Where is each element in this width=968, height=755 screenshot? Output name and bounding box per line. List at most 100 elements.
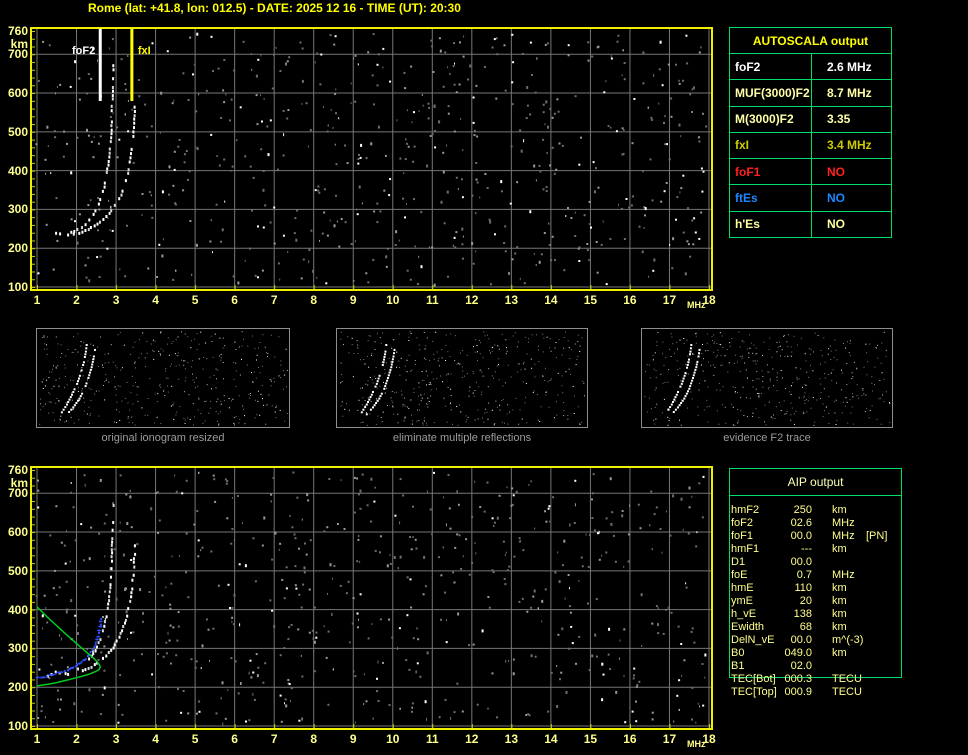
aip-row: foE 0.7 MHz — [731, 569, 921, 582]
autoscala-row-value: 8.7 MHz — [827, 85, 872, 100]
x-axis-tick-label: 12 — [465, 293, 479, 307]
autoscala-row: fxI 3.4 MHz — [730, 132, 891, 160]
autoscala-row: M(3000)F2 3.35 — [730, 106, 891, 133]
panel-caption: eliminate multiple reflections — [392, 432, 532, 444]
autoscala-row-value: NO — [827, 217, 845, 232]
autoscala-row-value: 3.4 MHz — [827, 138, 872, 153]
x-axis-tick-label: 11 — [425, 293, 439, 307]
autoscala-row-value: NO — [827, 164, 845, 179]
aip-table-header: AIP output — [730, 469, 901, 496]
aip-row-label: foF1 — [731, 530, 754, 542]
aip-row: D1 00.0 — [731, 556, 921, 569]
panel-caption: original ionogram resized — [101, 432, 225, 444]
aip-row-label: foE — [731, 569, 748, 581]
aip-row-label: hmF2 — [731, 504, 760, 516]
x-axis-tick-label: 7 — [270, 732, 278, 746]
x-axis-tick-label: 17 — [662, 732, 677, 746]
x-axis-tick-label: 1 — [33, 732, 41, 746]
x-axis-tick-label: 5 — [191, 293, 199, 307]
aip-row-label: B1 — [731, 660, 745, 672]
y-axis-tick-label: 760 — [7, 24, 28, 38]
autoscala-row-label: ftEs — [730, 185, 812, 211]
aip-row-value: 138 — [793, 608, 812, 620]
y-axis-tick-label: 200 — [7, 680, 28, 695]
aip-row-label: ymE — [731, 595, 753, 607]
x-axis-tick-label: 12 — [465, 732, 479, 746]
aip-row-value: 250 — [793, 504, 812, 516]
x-axis-tick-label: 6 — [231, 732, 238, 746]
autoscala-row-label: foF2 — [730, 54, 812, 80]
autoscala-row-label: foF1 — [730, 159, 812, 185]
aip-row-unit: m^(-3) — [832, 634, 864, 646]
aip-row: hmF1 --- km — [731, 543, 921, 556]
page-title: Rome (lat: +41.8, lon: 012.5) - DATE: 20… — [88, 1, 461, 15]
autoscala-row-value: 3.35 — [827, 112, 851, 127]
aip-row-unit: km — [832, 647, 847, 659]
ionogram-bottom-plot — [30, 466, 713, 730]
y-axis-tick-label: 700 — [7, 47, 28, 62]
x-axis-tick-label: 1 — [33, 293, 41, 307]
y-axis-tick-label: 200 — [7, 241, 28, 256]
x-axis-tick-label: 13 — [504, 732, 519, 746]
x-axis-tick-label: 10 — [386, 293, 400, 307]
y-axis-tick-label: 300 — [7, 641, 28, 656]
panel-caption: evidence F2 trace — [723, 432, 811, 444]
autoscala-row: MUF(3000)F2 8.7 MHz — [730, 80, 891, 107]
autoscala-row: foF1 NO — [730, 159, 891, 186]
aip-row-value: 02.0 — [790, 660, 812, 672]
aip-row-value: 00.0 — [790, 556, 812, 568]
y-axis-tick-label: 500 — [7, 563, 28, 578]
aip-row: foF2 02.6 MHz — [731, 517, 921, 530]
aip-row: hmF2 250 km — [731, 504, 921, 517]
aip-row-label: D1 — [731, 556, 746, 568]
x-axis-unit-label: MHz — [687, 300, 706, 310]
autoscala-row-label: fxI — [730, 132, 812, 159]
x-axis-unit-label: MHz — [687, 739, 706, 749]
autoscala-screen: { "title": "Rome (lat: +41.8, lon: 012.5… — [0, 0, 968, 755]
mini-ionogram-canvas — [39, 331, 288, 426]
x-axis-tick-label: 14 — [544, 293, 558, 307]
y-axis-tick-label: 700 — [7, 486, 28, 501]
y-axis-tick-label: 100 — [7, 280, 28, 294]
x-axis-tick-label: 4 — [152, 293, 159, 307]
x-axis-tick-label: 7 — [270, 293, 278, 307]
y-axis-tick-label: 300 — [7, 202, 28, 217]
autoscala-row: h'Es NO — [730, 211, 891, 237]
aip-row-value: 000.9 — [784, 686, 812, 698]
autoscala-row-label: h'Es — [730, 211, 812, 237]
x-axis-tick-label: 6 — [231, 293, 238, 307]
aip-row-value: 68 — [799, 621, 812, 633]
aip-row-unit: km — [832, 582, 847, 594]
aip-row: B0 049.0 km — [731, 647, 921, 660]
x-axis-tick-label: 13 — [504, 293, 519, 307]
mini-ionogram-canvas — [340, 331, 585, 426]
aip-row-unit: km — [832, 504, 847, 516]
mini-ionogram-panel — [336, 328, 588, 428]
mini-ionogram-panel — [641, 328, 893, 428]
aip-row-value: --- — [801, 543, 812, 555]
aip-row: h_vE 138 km — [731, 608, 921, 621]
ionogram-canvas: foF2 fxI — [32, 29, 711, 289]
autoscala-row-label: M(3000)F2 — [730, 106, 812, 132]
aip-row-value: 00.0 — [790, 634, 812, 646]
x-axis-tick-label: 2 — [73, 732, 80, 746]
x-axis-tick-label: 15 — [583, 732, 598, 746]
y-axis-tick-label: 100 — [7, 719, 28, 733]
x-axis-tick-label: 8 — [310, 293, 318, 307]
aip-row-label: hmF1 — [731, 543, 760, 555]
x-axis-tick-label: 4 — [152, 732, 159, 746]
autoscala-table-header: AUTOSCALA output — [730, 28, 891, 54]
x-axis-tick-label: 9 — [349, 732, 357, 746]
marker-label-fxI: fxI — [138, 45, 151, 57]
x-axis-tick-label: 2 — [73, 293, 80, 307]
x-axis-tick-label: 15 — [583, 293, 598, 307]
autoscala-row: ftEs NO — [730, 185, 891, 212]
ionogram-canvas — [32, 468, 711, 728]
aip-row-unit: km — [832, 621, 847, 633]
autoscala-row: foF2 2.6 MHz — [730, 54, 891, 81]
aip-row-value: 20 — [799, 595, 812, 607]
x-axis-tick-label: 11 — [425, 732, 439, 746]
aip-row-value: 110 — [794, 582, 812, 594]
x-axis-tick-label: 3 — [112, 732, 120, 746]
aip-row-value: 02.6 — [790, 517, 812, 529]
